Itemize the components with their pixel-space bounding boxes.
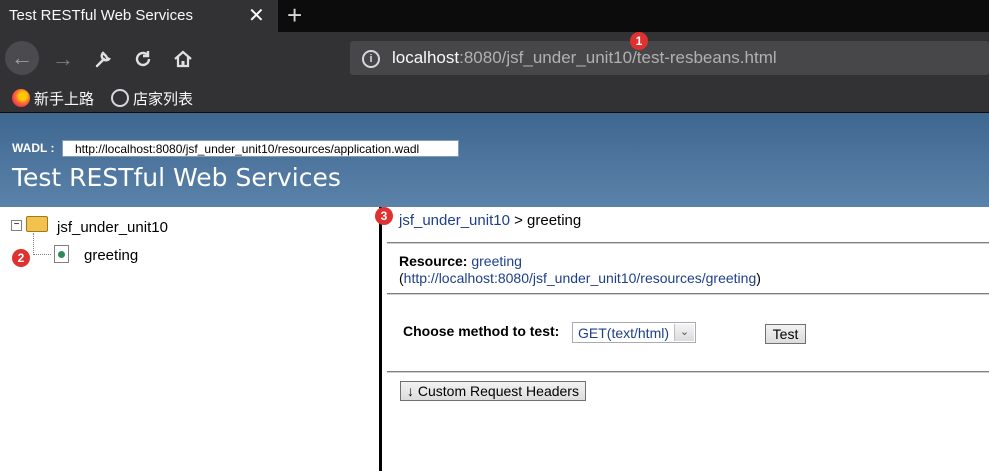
test-button[interactable]: Test	[765, 324, 806, 344]
method-select[interactable]: GET(text/html) ⌄	[572, 322, 696, 343]
divider	[387, 293, 989, 295]
method-label: Choose method to test:	[403, 323, 560, 339]
annotation-marker-2: 2	[12, 249, 30, 267]
chevron-down-icon[interactable]: ⌄	[674, 324, 694, 341]
tab-strip: Test RESTful Web Services ✕ +	[0, 0, 989, 32]
browser-tab[interactable]: Test RESTful Web Services ✕	[0, 0, 278, 32]
test-panel: jsf_under_unit10 > greeting Resource: gr…	[382, 207, 989, 471]
resource-label: Resource:	[399, 253, 468, 269]
breadcrumb-link-root[interactable]: jsf_under_unit10	[399, 212, 510, 229]
method-select-value: GET(text/html)	[578, 325, 670, 341]
page-header: WADL : http://localhost:8080/jsf_under_u…	[0, 113, 989, 207]
wadl-label: WADL :	[12, 141, 55, 155]
bookmark-store-list[interactable]: 店家列表	[111, 88, 193, 109]
tree-connector	[33, 254, 51, 255]
tab-title: Test RESTful Web Services	[9, 7, 193, 24]
resource-tree: − jsf_under_unit10 greeting	[0, 207, 380, 471]
resource-name-link[interactable]: greeting	[471, 253, 522, 269]
reload-icon[interactable]	[126, 42, 160, 76]
open-folder-icon	[26, 216, 48, 232]
forward-arrow-icon[interactable]: →	[46, 42, 80, 76]
tree-root-node[interactable]: jsf_under_unit10	[57, 219, 168, 236]
close-tab-icon[interactable]: ✕	[248, 3, 265, 28]
wrench-icon[interactable]	[86, 42, 120, 76]
bookmark-label: 店家列表	[133, 91, 194, 108]
back-arrow-icon[interactable]: ←	[5, 41, 39, 75]
resource-url-link[interactable]: http://localhost:8080/jsf_under_unit10/r…	[404, 270, 757, 286]
page-title: Test RESTful Web Services	[12, 163, 341, 192]
tree-connector	[33, 233, 34, 255]
site-info-icon[interactable]: i	[362, 50, 380, 68]
custom-request-headers-button[interactable]: ↓ Custom Request Headers	[400, 381, 586, 401]
bookmarks-toolbar: 新手上路 店家列表	[0, 84, 989, 113]
globe-icon	[111, 89, 129, 107]
bookmark-label: 新手上路	[34, 91, 95, 108]
tree-node-greeting[interactable]: greeting	[84, 247, 138, 264]
wadl-url-field[interactable]: http://localhost:8080/jsf_under_unit10/r…	[62, 140, 459, 157]
firefox-icon	[12, 89, 30, 107]
annotation-marker-3: 3	[375, 207, 393, 225]
navigation-toolbar: ← → i localhost:8080/jsf_under_unit10/te…	[0, 32, 989, 84]
annotation-marker-1: 1	[630, 32, 648, 50]
breadcrumb-current: greeting	[527, 212, 582, 229]
url-text: localhost:8080/jsf_under_unit10/test-res…	[392, 48, 777, 67]
divider	[387, 242, 989, 244]
collapse-toggle-icon[interactable]: −	[11, 220, 22, 231]
resource-icon	[54, 245, 69, 263]
divider	[387, 371, 989, 373]
resource-url-line: (http://localhost:8080/jsf_under_unit10/…	[399, 270, 761, 286]
new-tab-icon[interactable]: +	[287, 0, 302, 31]
bookmark-getting-started[interactable]: 新手上路	[12, 88, 94, 109]
resource-info: Resource: greeting	[399, 253, 522, 269]
breadcrumb: jsf_under_unit10 > greeting	[399, 212, 582, 229]
home-icon[interactable]	[166, 42, 200, 76]
address-bar[interactable]: i localhost:8080/jsf_under_unit10/test-r…	[350, 41, 989, 75]
